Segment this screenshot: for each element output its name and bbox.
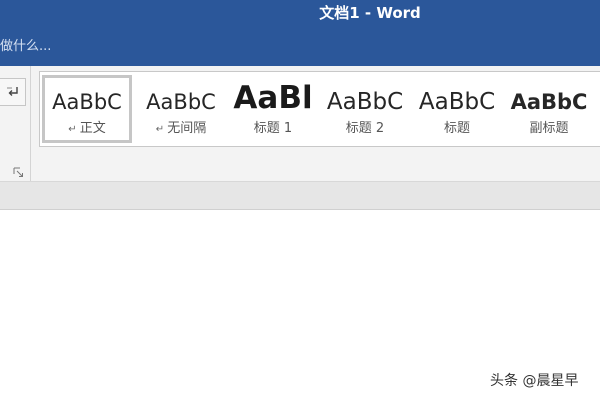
paragraph-mark-icon: ↵ (155, 124, 165, 135)
paragraph-mark-icon: ↵ (68, 124, 77, 135)
style-no-spacing[interactable]: AaBbC ↵ 无间隔 (136, 75, 226, 143)
window-title: 文档1 - Word (319, 4, 421, 22)
style-label: ↵ 正文 (68, 121, 106, 136)
style-preview: AaBbC (52, 90, 122, 114)
style-label: 标题 2 (345, 121, 385, 136)
title-bar: 文档1 - Word 做什么... (0, 0, 600, 66)
style-label: ↵ 无间隔 (155, 121, 207, 136)
style-title[interactable]: AaBbC 标题 (412, 75, 502, 143)
style-subtitle[interactable]: AaBbC 副标题 (504, 75, 594, 143)
watermark-text: 头条 @晨星早 (490, 373, 579, 389)
ribbon: AaBbC ↵ 正文 AaBbC ↵ 无间隔 AaBl 标题 1 AaBbC 标题 … (0, 66, 600, 182)
style-preview: AaBl (233, 81, 313, 115)
style-preview: AaBbC (146, 90, 216, 114)
styles-gallery: AaBbC ↵ 正文 AaBbC ↵ 无间隔 AaBl 标题 1 AaBbC 标题 … (39, 71, 600, 147)
style-heading-2[interactable]: AaBbC 标题 2 (320, 75, 410, 143)
style-preview: AaBbC (510, 90, 588, 114)
style-heading-1[interactable]: AaBl 标题 1 (228, 75, 318, 143)
style-label: 标题 1 (253, 121, 293, 136)
style-label: 副标题 (529, 121, 569, 136)
style-normal[interactable]: AaBbC ↵ 正文 (42, 75, 132, 143)
dialog-launcher-icon[interactable] (13, 167, 24, 178)
paragraph-group (0, 66, 31, 181)
ribbon-bottom-strip (0, 182, 600, 210)
paragraph-mark-button[interactable] (0, 78, 26, 106)
style-label: 标题 (443, 121, 470, 136)
line-break-icon (6, 87, 18, 96)
tell-me-search-box[interactable]: 做什么... (0, 37, 51, 57)
style-preview: AaBbC (418, 89, 496, 115)
style-preview: AaBbC (326, 89, 404, 115)
